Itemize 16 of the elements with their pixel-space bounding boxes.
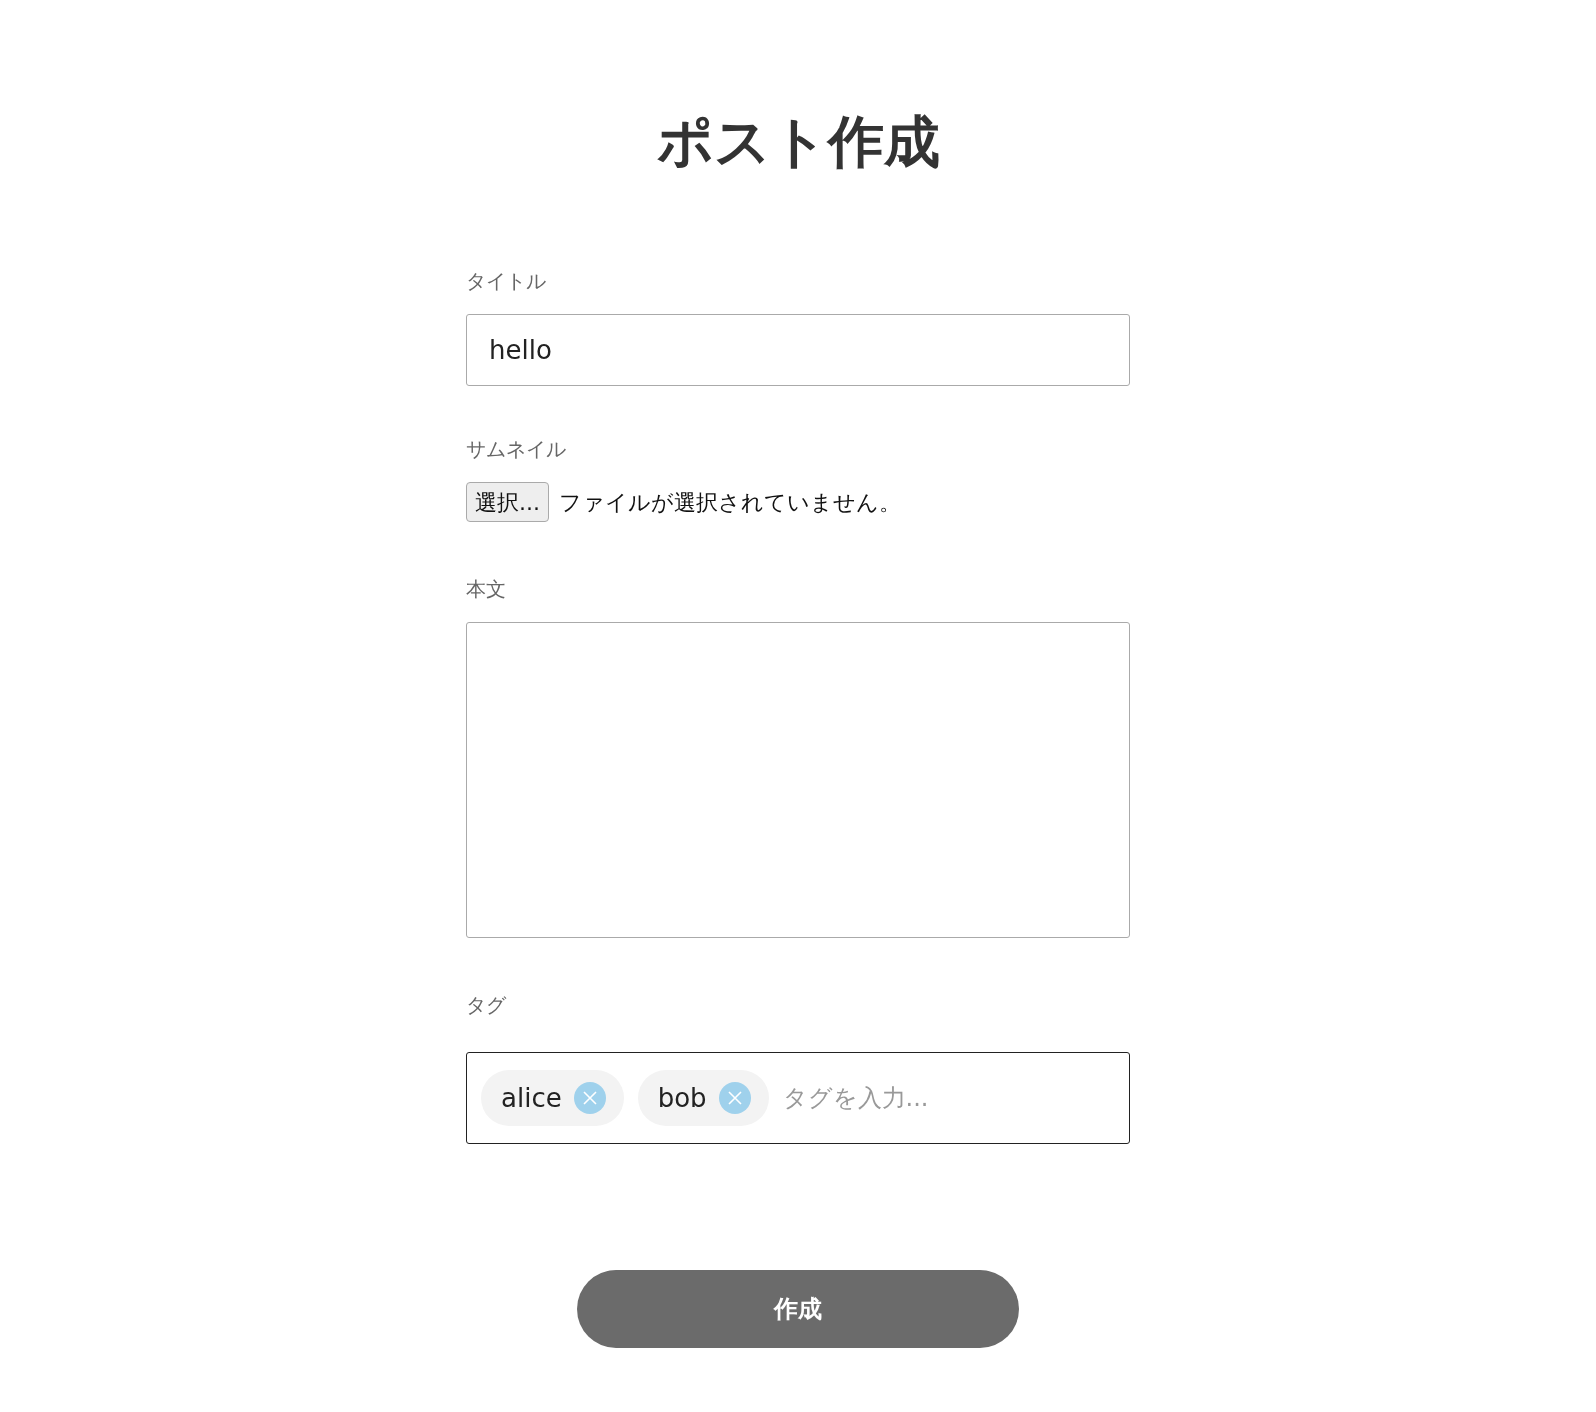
file-status: ファイルが選択されていません。: [559, 488, 901, 517]
file-choose-button[interactable]: 選択...: [466, 482, 549, 522]
remove-tag-icon[interactable]: [718, 1082, 751, 1114]
create-button[interactable]: 作成: [577, 1270, 1019, 1348]
page-title: ポスト作成: [656, 108, 940, 176]
tag-text-input[interactable]: タグを入力...: [782, 1080, 1115, 1116]
field-label: 本文: [466, 576, 507, 603]
tag-label: bob: [657, 1081, 707, 1115]
title-input[interactable]: hello: [466, 314, 1130, 386]
remove-tag-icon[interactable]: [573, 1082, 606, 1114]
field-label: タイトル: [466, 268, 547, 295]
field-label: タグ: [466, 992, 507, 1019]
field-label: サムネイル: [466, 436, 567, 463]
tag-input-box[interactable]: alice bob タグを入力...: [466, 1052, 1130, 1144]
body-textarea[interactable]: [466, 622, 1130, 938]
tag-label: alice: [501, 1081, 562, 1115]
